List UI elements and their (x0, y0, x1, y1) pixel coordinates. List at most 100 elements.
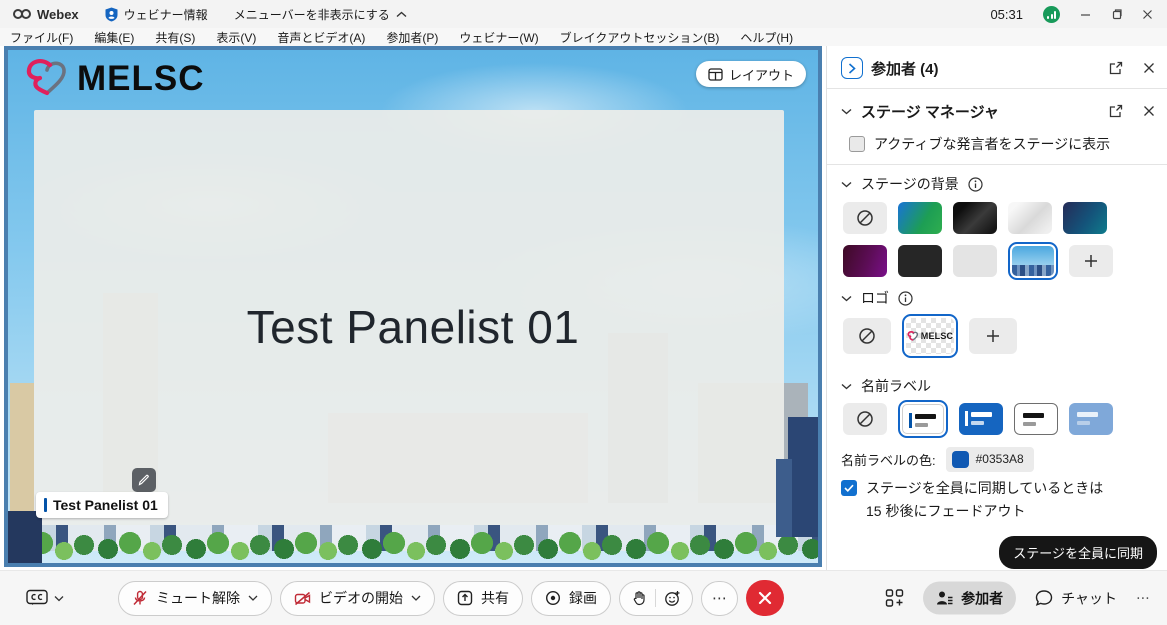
chevron-down-icon[interactable] (841, 108, 852, 115)
none-icon (856, 209, 874, 227)
check-icon (844, 484, 854, 492)
share-button[interactable]: 共有 (443, 581, 523, 616)
participants-panel-title: 参加者 (4) (871, 58, 939, 79)
participants-icon (936, 591, 953, 606)
reactions-button[interactable] (619, 581, 693, 616)
chat-bubble-icon (1035, 590, 1053, 607)
name-label-style1-swatch-selected[interactable] (898, 400, 948, 438)
menu-view[interactable]: 表示(V) (216, 29, 256, 46)
chevron-down-icon (411, 595, 421, 601)
collapse-panel-button[interactable] (841, 57, 863, 79)
layout-button[interactable]: レイアウト (696, 61, 806, 87)
participants-toggle-button[interactable]: 参加者 (923, 582, 1016, 615)
name-label-none-swatch[interactable] (843, 403, 887, 435)
chevron-down-icon[interactable] (841, 295, 852, 302)
label-color-caption: 名前ラベルの色: (841, 450, 936, 469)
stage-video-area: Test Panelist 01 MELSC レイアウト Test Paneli… (4, 46, 822, 567)
logo-melsc-swatch-selected[interactable]: MELSC (902, 314, 958, 358)
mic-muted-icon (132, 590, 148, 606)
menu-participants[interactable]: 参加者(P) (386, 29, 438, 46)
window-titlebar: Webex ウェビナー情報 メニューバーを非表示にする 05:31 (0, 0, 1167, 28)
webinar-info-label: ウェビナー情報 (124, 6, 208, 23)
background-black-swatch[interactable] (953, 202, 997, 234)
chevron-down-icon[interactable] (841, 181, 852, 188)
sync-fade-label-line1: ステージを全員に同期しているときは (866, 478, 1103, 498)
stage-brand-logo: MELSC (24, 58, 205, 100)
name-label-style4-swatch[interactable] (1069, 403, 1113, 435)
edit-name-label-button[interactable] (132, 468, 156, 492)
apps-button[interactable] (885, 589, 904, 608)
record-icon (545, 590, 561, 606)
active-speaker-checkbox[interactable] (849, 136, 865, 152)
active-speaker-label: アクティブな発言者をステージに表示 (874, 134, 1110, 154)
menu-bar: ファイル(F) 編集(E) 共有(S) 表示(V) 音声とビデオ(A) 参加者(… (0, 28, 1167, 46)
stage-brand-text: MELSC (77, 59, 205, 99)
chevron-right-icon (848, 63, 856, 74)
webinar-info-button[interactable]: ウェビナー情報 (105, 6, 208, 23)
minimize-button[interactable] (1080, 9, 1091, 20)
unmute-button[interactable]: ミュート解除 (118, 581, 272, 616)
add-background-button[interactable] (1069, 245, 1113, 277)
info-icon[interactable] (898, 291, 913, 306)
info-icon[interactable] (968, 177, 983, 192)
hide-menubar-button[interactable]: メニューバーを非表示にする (234, 6, 407, 23)
more-options-button[interactable]: ⋯ (701, 581, 738, 616)
more-panels-button[interactable]: ⋯ (1136, 590, 1151, 607)
background-none-swatch[interactable] (843, 202, 887, 234)
background-white-swatch[interactable] (1008, 202, 1052, 234)
plus-icon (986, 329, 1000, 343)
none-icon (856, 410, 874, 428)
closed-captions-button[interactable] (26, 590, 64, 607)
logo-section-title: ロゴ (861, 288, 889, 308)
participants-panel: 参加者 (4) ステージ マネージャ アクティブな発言者をステージに表示 (826, 46, 1167, 570)
background-gray-swatch[interactable] (953, 245, 997, 277)
maximize-button[interactable] (1111, 9, 1122, 20)
add-logo-button[interactable] (969, 318, 1017, 354)
name-label-accent-bar (44, 498, 47, 512)
menu-file[interactable]: ファイル(F) (10, 29, 73, 46)
popout-stage-manager-button[interactable] (1109, 104, 1123, 118)
name-label-style2-swatch[interactable] (959, 403, 1003, 435)
chevron-down-icon[interactable] (841, 383, 852, 390)
start-video-label: ビデオの開始 (319, 588, 403, 608)
close-window-button[interactable] (1142, 9, 1153, 20)
label-color-value: #0353A8 (976, 452, 1024, 466)
menu-breakout[interactable]: ブレイクアウトセッション(B) (560, 29, 720, 46)
menu-help[interactable]: ヘルプ(H) (740, 29, 793, 46)
background-teal-swatch[interactable] (1063, 202, 1107, 234)
chevron-down-icon (54, 595, 64, 601)
chat-button[interactable]: チャット (1035, 588, 1117, 608)
layout-button-label: レイアウト (729, 65, 794, 84)
popout-panel-button[interactable] (1109, 61, 1123, 75)
name-label-style3-swatch[interactable] (1014, 403, 1058, 435)
background-green-blue-swatch[interactable] (898, 202, 942, 234)
logo-none-swatch[interactable] (843, 318, 891, 354)
leave-meeting-button[interactable] (746, 580, 784, 616)
webex-infinity-icon (12, 8, 32, 20)
label-color-picker[interactable]: #0353A8 (946, 447, 1034, 472)
close-stage-manager-button[interactable] (1143, 105, 1155, 117)
record-button[interactable]: 録画 (531, 581, 611, 616)
background-purple-swatch[interactable] (843, 245, 887, 277)
background-section-title: ステージの背景 (861, 174, 959, 194)
participant-display-name: Test Panelist 01 (8, 300, 818, 354)
background-city-swatch-selected[interactable] (1008, 242, 1058, 280)
meeting-time: 05:31 (990, 7, 1023, 22)
webex-label: Webex (37, 7, 79, 22)
close-panel-button[interactable] (1143, 62, 1155, 74)
chevron-up-icon (396, 11, 407, 18)
unmute-label: ミュート解除 (156, 588, 240, 608)
start-video-button[interactable]: ビデオの開始 (280, 581, 435, 616)
menu-share[interactable]: 共有(S) (155, 29, 195, 46)
share-label: 共有 (481, 588, 509, 608)
menu-audio-video[interactable]: 音声とビデオ(A) (277, 29, 365, 46)
sync-fade-checkbox[interactable] (841, 480, 857, 496)
menu-edit[interactable]: 編集(E) (94, 29, 134, 46)
connection-quality-icon[interactable] (1043, 6, 1060, 23)
hide-menubar-label: メニューバーを非表示にする (234, 6, 390, 23)
melsc-heart-icon (24, 58, 70, 100)
sync-stage-button[interactable]: ステージを全員に同期 (999, 536, 1157, 569)
participants-toggle-label: 参加者 (961, 588, 1003, 608)
background-charcoal-swatch[interactable] (898, 245, 942, 277)
menu-webinar[interactable]: ウェビナー(W) (459, 29, 538, 46)
